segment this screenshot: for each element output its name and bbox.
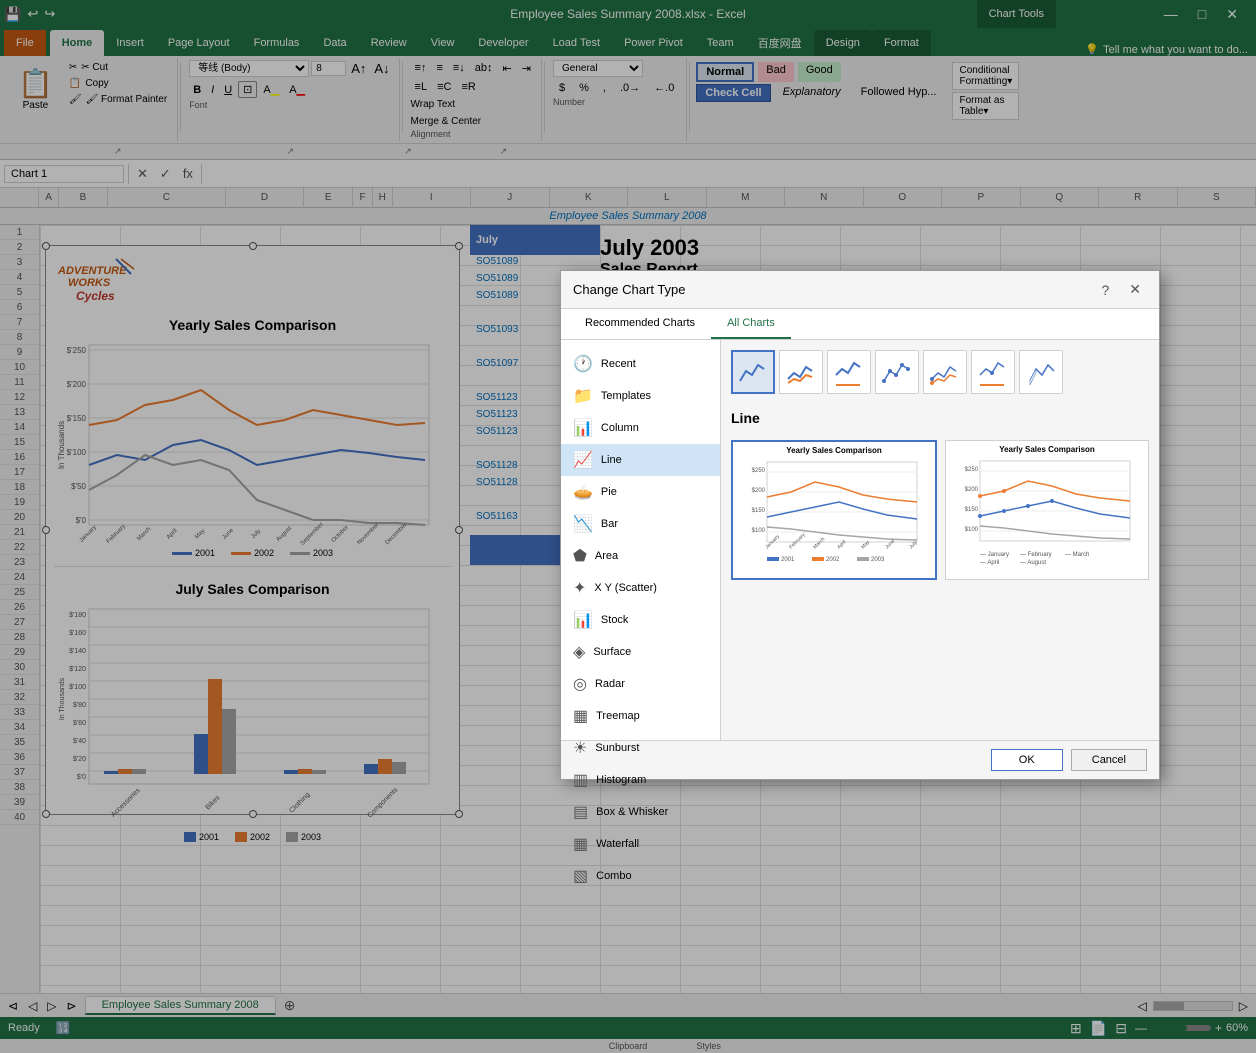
chart-types-panel: 🕐 Recent 📁 Templates 📊 Column 📈 Line 🥧 bbox=[561, 340, 721, 740]
svg-text:— March: — March bbox=[1065, 552, 1089, 558]
type-scatter[interactable]: ✦ X Y (Scatter) bbox=[561, 572, 720, 604]
area-icon: ⬟ bbox=[573, 546, 587, 566]
line-icon: 📈 bbox=[573, 450, 593, 470]
line-subtype-3[interactable] bbox=[827, 350, 871, 394]
type-combo[interactable]: ▧ Combo bbox=[561, 860, 720, 892]
type-waterfall[interactable]: ▦ Waterfall bbox=[561, 828, 720, 860]
line-section-title: Line bbox=[731, 410, 1149, 426]
svg-text:$250: $250 bbox=[965, 467, 979, 473]
line-subtypes-row bbox=[731, 350, 1149, 394]
type-templates[interactable]: 📁 Templates bbox=[561, 380, 720, 412]
svg-text:2001: 2001 bbox=[781, 557, 795, 563]
svg-text:— February: — February bbox=[1020, 552, 1052, 558]
ok-button[interactable]: OK bbox=[991, 749, 1063, 771]
svg-text:$100: $100 bbox=[965, 527, 979, 533]
pie-icon: 🥧 bbox=[573, 482, 593, 502]
dialog-help-btn[interactable]: ? bbox=[1095, 280, 1115, 300]
type-surface[interactable]: ◈ Surface bbox=[561, 636, 720, 668]
type-column[interactable]: 📊 Column bbox=[561, 412, 720, 444]
svg-text:$200: $200 bbox=[752, 488, 766, 494]
svg-text:— April: — April bbox=[980, 560, 999, 566]
column-icon: 📊 bbox=[573, 418, 593, 438]
histogram-icon: ▥ bbox=[573, 770, 588, 790]
box-whisker-icon: ▤ bbox=[573, 802, 588, 822]
type-treemap[interactable]: ▦ Treemap bbox=[561, 700, 720, 732]
line-subtype-6[interactable] bbox=[971, 350, 1015, 394]
svg-text:2002: 2002 bbox=[826, 557, 840, 563]
chart-options-panel: Line Yearly Sales Comparison $250 $200 $… bbox=[721, 340, 1159, 740]
type-stock[interactable]: 📊 Stock bbox=[561, 604, 720, 636]
line-subtype-1[interactable] bbox=[731, 350, 775, 394]
waterfall-icon: ▦ bbox=[573, 834, 588, 854]
type-box-whisker[interactable]: ▤ Box & Whisker bbox=[561, 796, 720, 828]
type-histogram[interactable]: ▥ Histogram bbox=[561, 764, 720, 796]
chart-preview-2[interactable]: Yearly Sales Comparison $250 $200 $150 $… bbox=[945, 440, 1149, 580]
dialog-overlay: Change Chart Type ? ✕ Recommended Charts… bbox=[0, 0, 1256, 1053]
sunburst-icon: ☀ bbox=[573, 738, 587, 758]
dialog-top-tabs: Recommended Charts All Charts bbox=[561, 309, 1159, 340]
radar-icon: ◎ bbox=[573, 674, 587, 694]
dialog-titlebar: Change Chart Type ? ✕ bbox=[561, 271, 1159, 309]
type-sunburst[interactable]: ☀ Sunburst bbox=[561, 732, 720, 764]
line-subtype-4[interactable] bbox=[875, 350, 919, 394]
type-area[interactable]: ⬟ Area bbox=[561, 540, 720, 572]
recommended-charts-tab[interactable]: Recommended Charts bbox=[569, 309, 711, 339]
svg-text:— August: — August bbox=[1020, 560, 1046, 566]
dialog-close-btn[interactable]: ✕ bbox=[1123, 279, 1147, 300]
all-charts-tab[interactable]: All Charts bbox=[711, 309, 791, 339]
treemap-icon: ▦ bbox=[573, 706, 588, 726]
change-chart-type-dialog: Change Chart Type ? ✕ Recommended Charts… bbox=[560, 270, 1160, 780]
scatter-icon: ✦ bbox=[573, 578, 586, 598]
cancel-button[interactable]: Cancel bbox=[1071, 749, 1147, 771]
line-subtype-7[interactable] bbox=[1019, 350, 1063, 394]
svg-text:$250: $250 bbox=[752, 468, 766, 474]
recent-icon: 🕐 bbox=[573, 354, 593, 374]
dialog-title: Change Chart Type bbox=[573, 282, 686, 297]
svg-text:$100: $100 bbox=[752, 528, 766, 534]
chart-preview-1[interactable]: Yearly Sales Comparison $250 $200 $150 $… bbox=[731, 440, 937, 580]
type-pie[interactable]: 🥧 Pie bbox=[561, 476, 720, 508]
line-subtype-5[interactable] bbox=[923, 350, 967, 394]
type-radar[interactable]: ◎ Radar bbox=[561, 668, 720, 700]
svg-text:$150: $150 bbox=[752, 508, 766, 514]
svg-text:2003: 2003 bbox=[871, 557, 885, 563]
dialog-controls[interactable]: ? ✕ bbox=[1095, 279, 1147, 300]
stock-icon: 📊 bbox=[573, 610, 593, 630]
templates-icon: 📁 bbox=[573, 386, 593, 406]
combo-icon: ▧ bbox=[573, 866, 588, 886]
type-recent[interactable]: 🕐 Recent bbox=[561, 348, 720, 380]
type-line[interactable]: 📈 Line bbox=[561, 444, 720, 476]
svg-text:$200: $200 bbox=[965, 487, 979, 493]
type-bar[interactable]: 📉 Bar bbox=[561, 508, 720, 540]
line-subtype-2[interactable] bbox=[779, 350, 823, 394]
svg-text:$150: $150 bbox=[965, 507, 979, 513]
svg-text:— January: — January bbox=[980, 552, 1009, 558]
dialog-body: 🕐 Recent 📁 Templates 📊 Column 📈 Line 🥧 bbox=[561, 340, 1159, 740]
bar-icon: 📉 bbox=[573, 514, 593, 534]
chart-previews: Yearly Sales Comparison $250 $200 $150 $… bbox=[731, 440, 1149, 580]
surface-icon: ◈ bbox=[573, 642, 585, 662]
